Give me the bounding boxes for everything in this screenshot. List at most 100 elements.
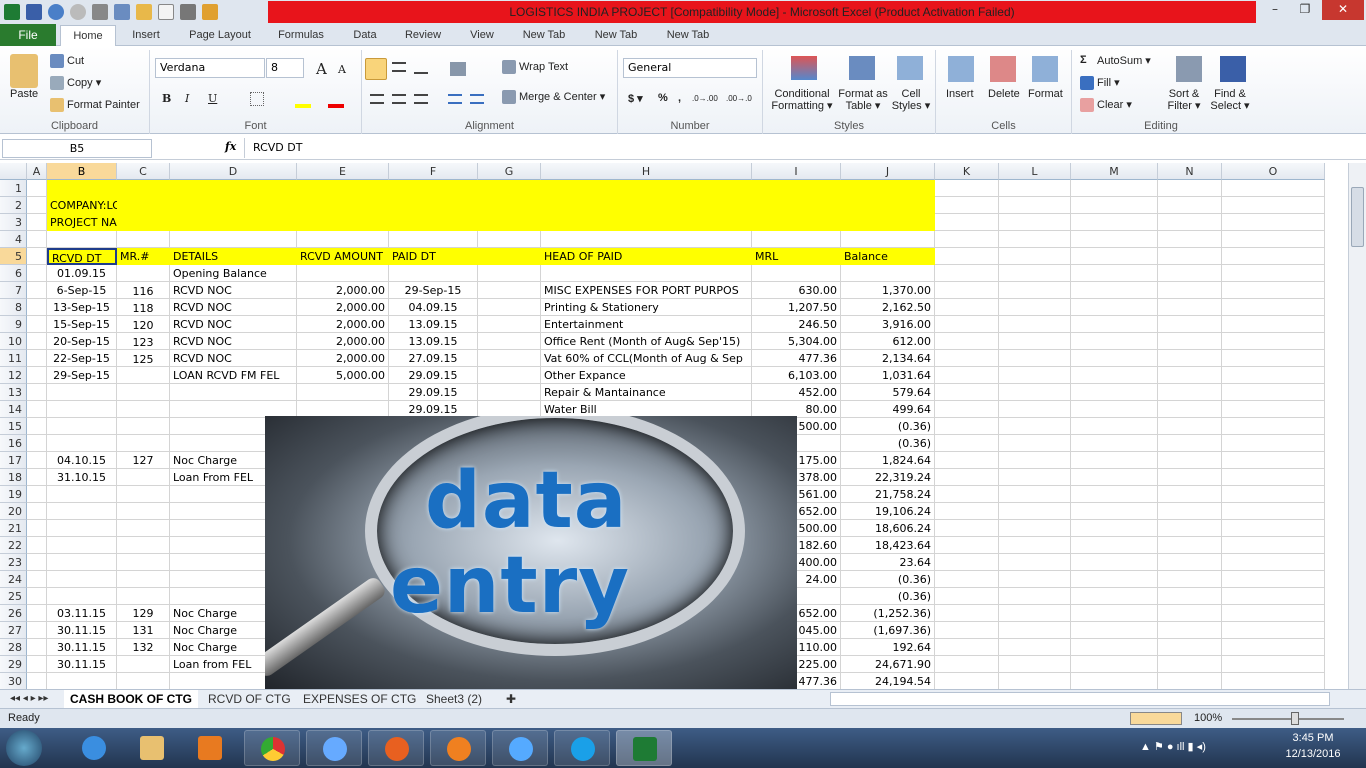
- cell-i7[interactable]: 630.00: [752, 282, 841, 299]
- cell-j9[interactable]: 3,916.00: [841, 316, 935, 333]
- cell-j24[interactable]: (0.36): [841, 571, 935, 588]
- cell-a6[interactable]: [27, 265, 47, 282]
- cell-d7[interactable]: RCVD NOC: [170, 282, 297, 299]
- column-header-j[interactable]: J: [841, 163, 935, 180]
- cell-m24[interactable]: [1071, 571, 1158, 588]
- cell-i2[interactable]: [752, 197, 841, 214]
- cell-i5[interactable]: MRL: [752, 248, 841, 265]
- cell-k30[interactable]: [935, 673, 999, 689]
- cell-m12[interactable]: [1071, 367, 1158, 384]
- cell-d9[interactable]: RCVD NOC: [170, 316, 297, 333]
- taskbar-explorer[interactable]: [124, 730, 180, 766]
- cell-o30[interactable]: [1222, 673, 1325, 689]
- cell-n29[interactable]: [1158, 656, 1222, 673]
- increase-decimal-button[interactable]: .0→.00: [692, 94, 718, 103]
- cell-a19[interactable]: [27, 486, 47, 503]
- cell-n23[interactable]: [1158, 554, 1222, 571]
- cell-l5[interactable]: [999, 248, 1071, 265]
- cell-d4[interactable]: [170, 231, 297, 248]
- cell-b21[interactable]: [47, 520, 117, 537]
- cell-e4[interactable]: [297, 231, 389, 248]
- cell-a21[interactable]: [27, 520, 47, 537]
- cell-o18[interactable]: [1222, 469, 1325, 486]
- column-header-f[interactable]: F: [389, 163, 478, 180]
- view-buttons[interactable]: [1130, 712, 1182, 725]
- tray-icons[interactable]: ▲ ⚑ ● ıll ▮ ◂): [1140, 740, 1206, 753]
- cell-l15[interactable]: [999, 418, 1071, 435]
- cell-o19[interactable]: [1222, 486, 1325, 503]
- taskbar-chrome[interactable]: [244, 730, 300, 766]
- cell-k14[interactable]: [935, 401, 999, 418]
- row-header-13[interactable]: 13: [0, 384, 27, 401]
- cell-a25[interactable]: [27, 588, 47, 605]
- cell-i3[interactable]: [752, 214, 841, 231]
- cell-c9[interactable]: 120: [117, 316, 170, 333]
- cell-c7[interactable]: 116: [117, 282, 170, 299]
- cell-d13[interactable]: [170, 384, 297, 401]
- cell-b27[interactable]: 30.11.15: [47, 622, 117, 639]
- cell-a22[interactable]: [27, 537, 47, 554]
- cell-h2[interactable]: [541, 197, 752, 214]
- cell-h1[interactable]: [541, 180, 752, 197]
- cell-j5[interactable]: Balance: [841, 248, 935, 265]
- cell-m2[interactable]: [1071, 197, 1158, 214]
- cell-c8[interactable]: 118: [117, 299, 170, 316]
- delete-button[interactable]: Delete: [988, 88, 1020, 100]
- cell-b28[interactable]: 30.11.15: [47, 639, 117, 656]
- cell-o22[interactable]: [1222, 537, 1325, 554]
- cell-f13[interactable]: 29.09.15: [389, 384, 478, 401]
- cell-g9[interactable]: [478, 316, 541, 333]
- row-header-5[interactable]: 5: [0, 248, 27, 265]
- cell-g4[interactable]: [478, 231, 541, 248]
- row-header-6[interactable]: 6: [0, 265, 27, 282]
- cell-c17[interactable]: 127: [117, 452, 170, 469]
- cell-a18[interactable]: [27, 469, 47, 486]
- cell-e8[interactable]: 2,000.00: [297, 299, 389, 316]
- cell-d10[interactable]: RCVD NOC: [170, 333, 297, 350]
- cell-f3[interactable]: [389, 214, 478, 231]
- redo-icon[interactable]: [70, 4, 86, 20]
- cell-n30[interactable]: [1158, 673, 1222, 689]
- cell-c30[interactable]: [117, 673, 170, 689]
- cell-m6[interactable]: [1071, 265, 1158, 282]
- cell-a2[interactable]: [27, 197, 47, 214]
- zoom-level[interactable]: 100%: [1194, 712, 1222, 724]
- cell-n25[interactable]: [1158, 588, 1222, 605]
- cell-e13[interactable]: [297, 384, 389, 401]
- cell-n4[interactable]: [1158, 231, 1222, 248]
- cell-j12[interactable]: 1,031.64: [841, 367, 935, 384]
- tab-formulas[interactable]: Formulas: [270, 25, 332, 46]
- tab-new-tab-3[interactable]: New Tab: [659, 25, 717, 46]
- cell-m1[interactable]: [1071, 180, 1158, 197]
- cell-k18[interactable]: [935, 469, 999, 486]
- insert-function-button[interactable]: fx: [225, 140, 236, 153]
- cell-o28[interactable]: [1222, 639, 1325, 656]
- cell-k6[interactable]: [935, 265, 999, 282]
- cell-d5[interactable]: DETAILS: [170, 248, 297, 265]
- cell-j16[interactable]: (0.36): [841, 435, 935, 452]
- tab-data[interactable]: Data: [345, 25, 385, 46]
- column-header-b[interactable]: B: [47, 163, 117, 180]
- cell-l7[interactable]: [999, 282, 1071, 299]
- cell-o23[interactable]: [1222, 554, 1325, 571]
- cell-d1[interactable]: [170, 180, 297, 197]
- cell-j7[interactable]: 1,370.00: [841, 282, 935, 299]
- cell-b19[interactable]: [47, 486, 117, 503]
- cell-m3[interactable]: [1071, 214, 1158, 231]
- row-header-18[interactable]: 18: [0, 469, 27, 486]
- form-icon[interactable]: [114, 4, 130, 20]
- cell-g6[interactable]: [478, 265, 541, 282]
- cell-k29[interactable]: [935, 656, 999, 673]
- print-icon[interactable]: [180, 4, 196, 20]
- column-header-n[interactable]: N: [1158, 163, 1222, 180]
- cell-b15[interactable]: [47, 418, 117, 435]
- cell-d12[interactable]: LOAN RCVD FM FEL: [170, 367, 297, 384]
- cell-f8[interactable]: 04.09.15: [389, 299, 478, 316]
- cell-h11[interactable]: Vat 60% of CCL(Month of Aug & Sep: [541, 350, 752, 367]
- conditional-formatting-button[interactable]: Conditional Formatting ▾: [767, 88, 837, 112]
- row-header-9[interactable]: 9: [0, 316, 27, 333]
- taskbar-firefox-dev[interactable]: [368, 730, 424, 766]
- cell-e1[interactable]: [297, 180, 389, 197]
- cell-a20[interactable]: [27, 503, 47, 520]
- cell-n10[interactable]: [1158, 333, 1222, 350]
